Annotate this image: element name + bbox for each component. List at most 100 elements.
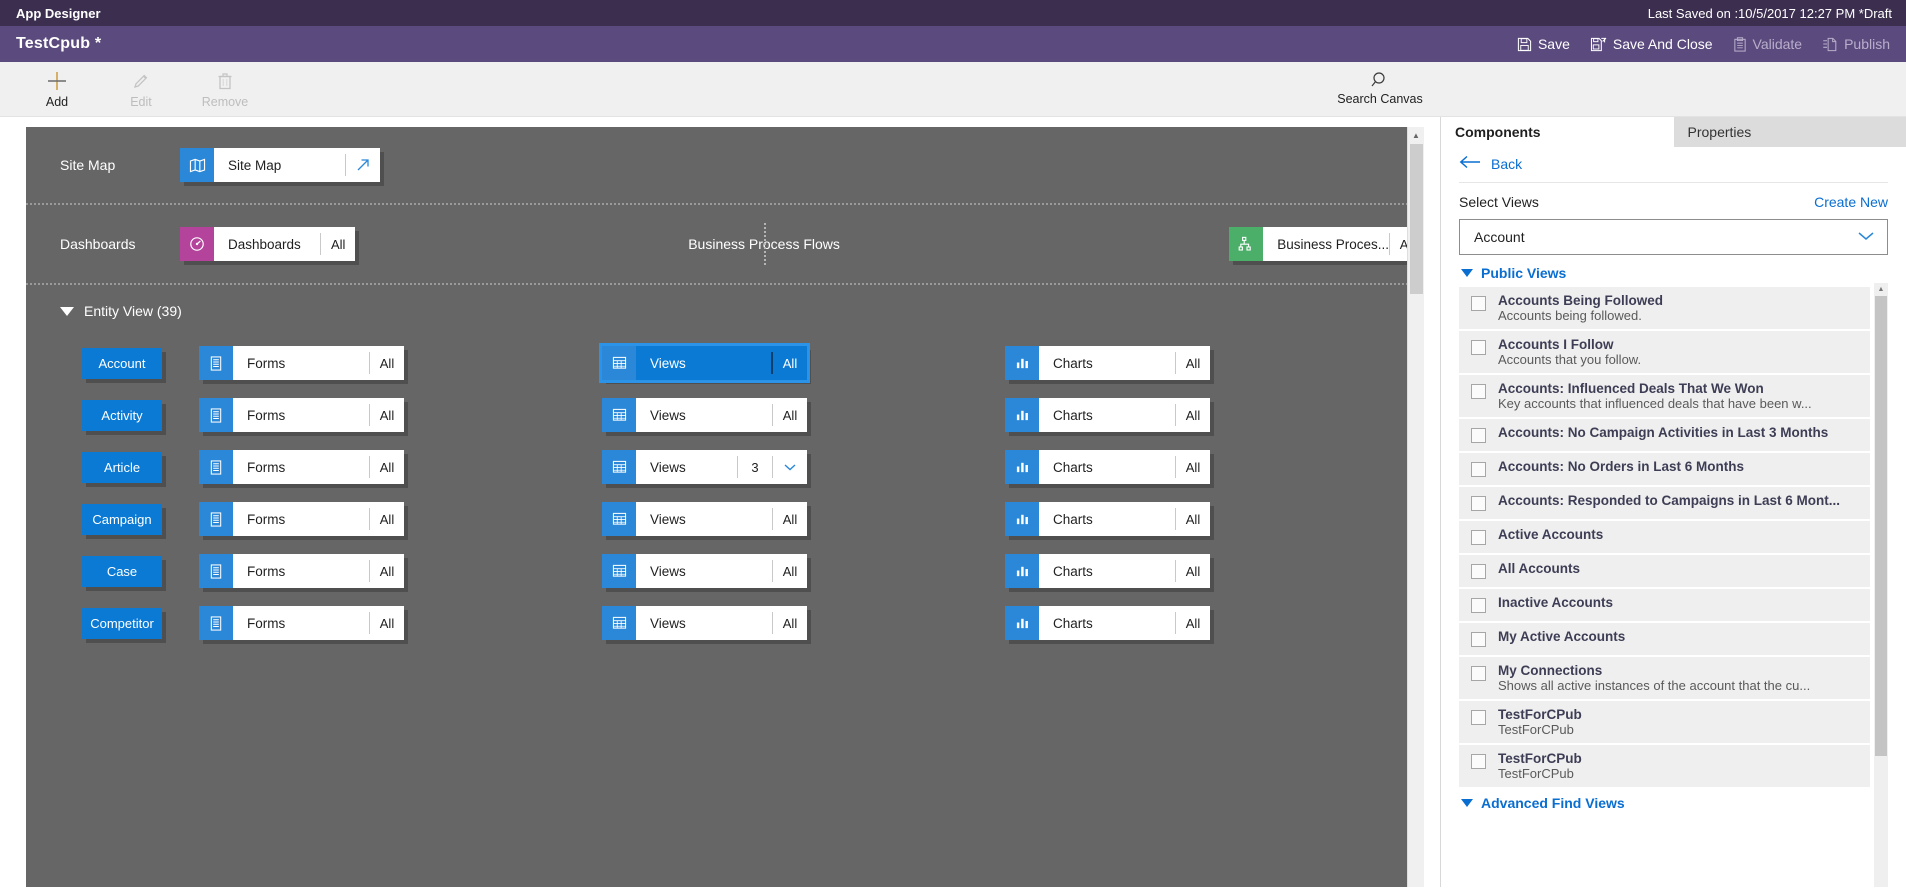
entity-chip[interactable]: Account xyxy=(82,347,162,379)
tab-components[interactable]: Components xyxy=(1441,117,1674,147)
view-checkbox[interactable] xyxy=(1471,598,1486,613)
list-item[interactable]: Accounts I Follow Accounts that you foll… xyxy=(1459,331,1870,375)
view-checkbox[interactable] xyxy=(1471,564,1486,579)
scroll-up-arrow-icon[interactable]: ▲ xyxy=(1408,127,1424,144)
views-list[interactable]: Public Views Accounts Being Followed Acc… xyxy=(1459,263,1888,887)
open-arrow-icon[interactable] xyxy=(346,148,380,182)
views-list-scrollbar[interactable]: ▲ xyxy=(1874,283,1888,887)
group-advanced-find-views[interactable]: Advanced Find Views xyxy=(1459,789,1870,817)
views-tile-qty: All xyxy=(782,563,798,579)
scroll-up-arrow-icon[interactable]: ▲ xyxy=(1874,283,1888,296)
command-actions: Save Save And Close Validate Publish xyxy=(1517,36,1890,52)
view-checkbox[interactable] xyxy=(1471,384,1486,399)
entity-chip[interactable]: Case xyxy=(82,555,162,587)
search-canvas-button[interactable]: Search Canvas xyxy=(1320,68,1440,106)
chevron-down-icon[interactable] xyxy=(773,450,807,484)
add-button[interactable]: Add xyxy=(26,68,88,109)
view-checkbox[interactable] xyxy=(1471,754,1486,769)
forms-tile-label: Forms xyxy=(247,563,286,579)
forms-tile[interactable]: Forms All xyxy=(199,606,404,640)
views-list-scroll-thumb[interactable] xyxy=(1875,296,1887,756)
list-item[interactable]: Accounts: Responded to Campaigns in Last… xyxy=(1459,487,1870,521)
entity-chip[interactable]: Campaign xyxy=(82,503,162,535)
forms-tile[interactable]: Forms All xyxy=(199,450,404,484)
charts-tile[interactable]: Charts All xyxy=(1005,450,1210,484)
views-tile[interactable]: Views All xyxy=(602,606,807,640)
group-advanced-find-views-label: Advanced Find Views xyxy=(1481,795,1625,811)
view-name: TestForCPub xyxy=(1498,751,1582,766)
grid-icon xyxy=(602,606,636,640)
entity-chip[interactable]: Activity xyxy=(82,399,162,431)
charts-tile-label: Charts xyxy=(1053,459,1093,475)
dashboards-tile-label: Dashboards xyxy=(228,236,301,252)
forms-tile-label: Forms xyxy=(247,459,286,475)
view-checkbox[interactable] xyxy=(1471,530,1486,545)
list-item[interactable]: TestForCPub TestForCPub xyxy=(1459,701,1870,745)
views-tile[interactable]: Views All xyxy=(599,343,810,383)
list-item[interactable]: Active Accounts xyxy=(1459,521,1870,555)
view-checkbox[interactable] xyxy=(1471,340,1486,355)
sitemap-tile[interactable]: Site Map xyxy=(180,148,380,182)
business-process-flows-tile[interactable]: Business Proces... All xyxy=(1229,227,1424,261)
create-new-link[interactable]: Create New xyxy=(1814,194,1888,210)
forms-tile[interactable]: Forms All xyxy=(199,398,404,432)
forms-tile[interactable]: Forms All xyxy=(199,554,404,588)
group-public-views[interactable]: Public Views xyxy=(1459,263,1870,287)
view-checkbox[interactable] xyxy=(1471,428,1486,443)
view-checkbox[interactable] xyxy=(1471,462,1486,477)
charts-tile-qty: All xyxy=(1185,355,1201,371)
views-tile[interactable]: Views All xyxy=(602,554,807,588)
tab-properties[interactable]: Properties xyxy=(1673,117,1906,147)
save-button[interactable]: Save xyxy=(1517,36,1570,52)
view-checkbox[interactable] xyxy=(1471,710,1486,725)
entity-chip[interactable]: Article xyxy=(82,451,162,483)
charts-tile[interactable]: Charts All xyxy=(1005,346,1210,380)
charts-tile[interactable]: Charts All xyxy=(1005,554,1210,588)
forms-slot: Forms All xyxy=(199,450,404,484)
map-icon xyxy=(180,148,214,182)
forms-tile-qty: All xyxy=(379,563,395,579)
forms-tile[interactable]: Forms All xyxy=(199,346,404,380)
view-checkbox[interactable] xyxy=(1471,296,1486,311)
entity-select[interactable]: Account xyxy=(1459,219,1888,255)
list-item[interactable]: My Active Accounts xyxy=(1459,623,1870,657)
dashboards-tile[interactable]: Dashboards All xyxy=(180,227,356,261)
list-item[interactable]: My Connections Shows all active instance… xyxy=(1459,657,1870,701)
list-item[interactable]: Accounts: Influenced Deals That We Won K… xyxy=(1459,375,1870,419)
list-item[interactable]: Accounts Being Followed Accounts being f… xyxy=(1459,287,1870,331)
views-tile[interactable]: Views 3 xyxy=(602,450,807,484)
views-tile[interactable]: Views All xyxy=(602,398,807,432)
entity-view-header[interactable]: Entity View (39) xyxy=(60,303,1424,319)
view-checkbox[interactable] xyxy=(1471,666,1486,681)
pencil-icon xyxy=(131,68,151,94)
canvas-scrollbar[interactable]: ▲ xyxy=(1407,127,1424,887)
list-item[interactable]: Accounts: No Campaign Activities in Last… xyxy=(1459,419,1870,453)
list-item[interactable]: TestForCPub TestForCPub xyxy=(1459,745,1870,789)
forms-tile[interactable]: Forms All xyxy=(199,502,404,536)
entity-chip[interactable]: Competitor xyxy=(82,607,162,639)
views-tile[interactable]: Views All xyxy=(602,502,807,536)
list-item[interactable]: All Accounts xyxy=(1459,555,1870,589)
views-tile-qty: All xyxy=(782,407,798,423)
charts-slot: Charts All xyxy=(1005,398,1210,432)
validate-button[interactable]: Validate xyxy=(1733,36,1802,52)
list-item[interactable]: Inactive Accounts xyxy=(1459,589,1870,623)
canvas-scroll-thumb[interactable] xyxy=(1410,144,1423,294)
save-and-close-button[interactable]: Save And Close xyxy=(1590,36,1713,52)
grid-icon xyxy=(602,346,636,380)
entity-row: Campaign Forms All Views All Charts All xyxy=(60,493,1424,545)
view-checkbox[interactable] xyxy=(1471,496,1486,511)
charts-tile[interactable]: Charts All xyxy=(1005,502,1210,536)
view-name: TestForCPub xyxy=(1498,707,1582,722)
remove-button[interactable]: Remove xyxy=(194,68,256,109)
edit-button[interactable]: Edit xyxy=(110,68,172,109)
list-item[interactable]: Accounts: No Orders in Last 6 Months xyxy=(1459,453,1870,487)
back-button[interactable]: Back xyxy=(1459,147,1888,183)
view-checkbox[interactable] xyxy=(1471,632,1486,647)
view-name: All Accounts xyxy=(1498,561,1581,576)
tab-properties-label: Properties xyxy=(1687,124,1752,140)
forms-slot: Forms All xyxy=(199,346,404,380)
charts-tile[interactable]: Charts All xyxy=(1005,606,1210,640)
charts-tile[interactable]: Charts All xyxy=(1005,398,1210,432)
publish-button[interactable]: Publish xyxy=(1822,36,1890,52)
